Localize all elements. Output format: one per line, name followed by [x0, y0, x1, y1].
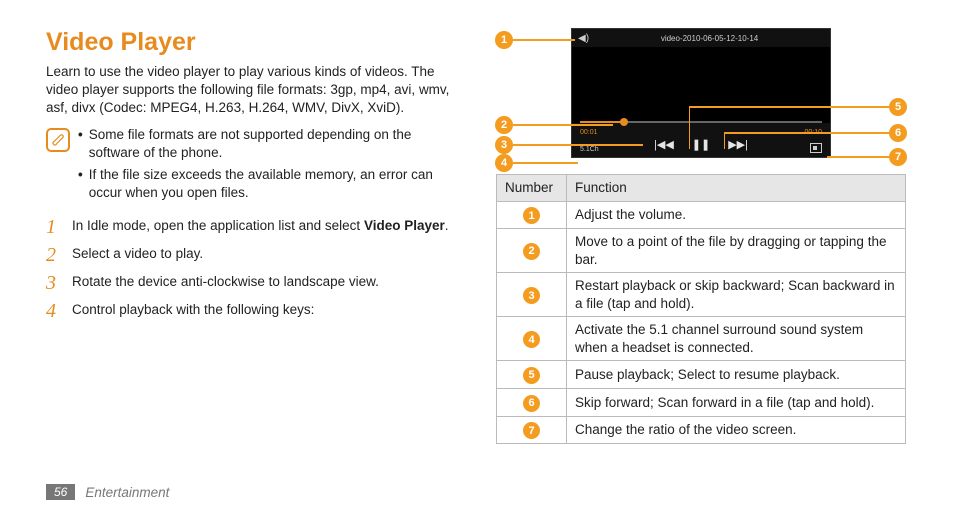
player-top-bar: ◀) video-2010-06-05-12-10-14: [572, 33, 830, 44]
row-number-bubble: 1: [523, 207, 540, 224]
step-1: 1 In Idle mode, open the application lis…: [46, 217, 466, 237]
video-filename: video-2010-06-05-12-10-14: [595, 34, 824, 43]
table-row: 2 Move to a point of the file by dragging…: [497, 229, 906, 273]
row-number-bubble: 2: [523, 243, 540, 260]
step-4: 4 Control playback with the following ke…: [46, 301, 466, 321]
callout-line: [513, 144, 643, 146]
table-header-row: Number Function: [497, 175, 906, 202]
row-number-bubble: 7: [523, 422, 540, 439]
row-number-bubble: 4: [523, 331, 540, 348]
table-body: 1 Adjust the volume. 2 Move to a point of …: [497, 201, 906, 444]
callout-line: [513, 162, 578, 164]
row-function: Activate the 5.1 channel surround sound …: [567, 317, 906, 361]
note-text: If the file size exceeds the available m…: [89, 166, 466, 202]
callout-bubble: 1: [495, 31, 513, 49]
left-column: Video Player Learn to use the video play…: [46, 28, 466, 444]
row-function: Skip forward; Scan forward in a file (ta…: [567, 389, 906, 417]
callout-bubble: 4: [495, 154, 513, 172]
callout-bubble: 3: [495, 136, 513, 154]
seek-knob: [620, 118, 628, 126]
step-text: Select a video to play.: [72, 245, 203, 265]
note-list: •Some file formats are not supported dep…: [78, 126, 466, 207]
function-table: Number Function 1 Adjust the volume. 2 Mov…: [496, 174, 906, 444]
row-function: Restart playback or skip backward; Scan …: [567, 273, 906, 317]
section-title: Video Player: [46, 28, 466, 57]
step-number: 4: [46, 301, 64, 321]
manual-page: Video Player Learn to use the video play…: [0, 0, 954, 450]
page-number: 56: [46, 484, 75, 500]
callout-bubble: 2: [495, 116, 513, 134]
note-block: •Some file formats are not supported dep…: [46, 126, 466, 207]
table-row: 3 Restart playback or skip backward; Scan…: [497, 273, 906, 317]
step-number: 2: [46, 245, 64, 265]
callout-7: 7: [827, 148, 907, 166]
step-text-part: .: [445, 218, 449, 233]
row-number-bubble: 6: [523, 395, 540, 412]
callout-3: 3: [495, 136, 643, 154]
callout-line: [827, 156, 889, 158]
note-item: •Some file formats are not supported dep…: [78, 126, 466, 162]
table-header-number: Number: [497, 175, 567, 202]
section-name: Entertainment: [85, 485, 169, 500]
callout-bubble: 7: [889, 148, 907, 166]
callout-line: [689, 106, 889, 108]
bullet-icon: •: [78, 166, 83, 202]
intro-paragraph: Learn to use the video player to play va…: [46, 63, 466, 118]
pause-icon: ❚❚: [692, 138, 710, 151]
note-text: Some file formats are not supported depe…: [89, 126, 466, 162]
callout-4: 4: [495, 154, 578, 172]
callout-line-v: [724, 133, 726, 149]
step-text: Control playback with the following keys…: [72, 301, 314, 321]
table-row: 1 Adjust the volume.: [497, 201, 906, 229]
note-item: •If the file size exceeds the available …: [78, 166, 466, 202]
row-function: Pause playback; Select to resume playbac…: [567, 361, 906, 389]
callout-line: [724, 132, 889, 134]
step-number: 1: [46, 217, 64, 237]
table-row: 5 Pause playback; Select to resume playba…: [497, 361, 906, 389]
step-3: 3 Rotate the device anti-clockwise to la…: [46, 273, 466, 293]
step-text-bold: Video Player: [364, 218, 445, 233]
callout-line: [513, 39, 575, 41]
note-icon: [46, 128, 70, 152]
callout-2: 2: [495, 116, 613, 134]
callout-6: 6: [724, 124, 907, 142]
step-text: Rotate the device anti-clockwise to land…: [72, 273, 379, 293]
table-row: 6 Skip forward; Scan forward in a file (t…: [497, 389, 906, 417]
table-header-function: Function: [567, 175, 906, 202]
aspect-ratio-icon: [810, 143, 822, 153]
page-footer: 56 Entertainment: [46, 484, 169, 500]
table-row: 7 Change the ratio of the video screen.: [497, 416, 906, 444]
table-row: 4 Activate the 5.1 channel surround sound…: [497, 317, 906, 361]
right-column: ◀) video-2010-06-05-12-10-14 00:01 00:10: [496, 28, 906, 444]
row-function: Adjust the volume.: [567, 201, 906, 229]
step-text-part: In Idle mode, open the application list …: [72, 218, 364, 233]
callout-bubble: 6: [889, 124, 907, 142]
player-diagram: ◀) video-2010-06-05-12-10-14 00:01 00:10: [496, 28, 906, 158]
callout-line: [513, 124, 613, 126]
row-function: Change the ratio of the video screen.: [567, 416, 906, 444]
callout-5: 5: [689, 98, 907, 116]
callout-1: 1: [495, 31, 575, 49]
skip-back-icon: |◀◀: [654, 138, 674, 151]
step-number: 3: [46, 273, 64, 293]
callout-bubble: 5: [889, 98, 907, 116]
bullet-icon: •: [78, 126, 83, 162]
row-function: Move to a point of the file by dragging …: [567, 229, 906, 273]
row-number-bubble: 5: [523, 367, 540, 384]
step-text: In Idle mode, open the application list …: [72, 217, 449, 237]
volume-icon: ◀): [578, 33, 589, 44]
step-2: 2 Select a video to play.: [46, 245, 466, 265]
callout-line-v: [689, 107, 691, 149]
row-number-bubble: 3: [523, 287, 540, 304]
